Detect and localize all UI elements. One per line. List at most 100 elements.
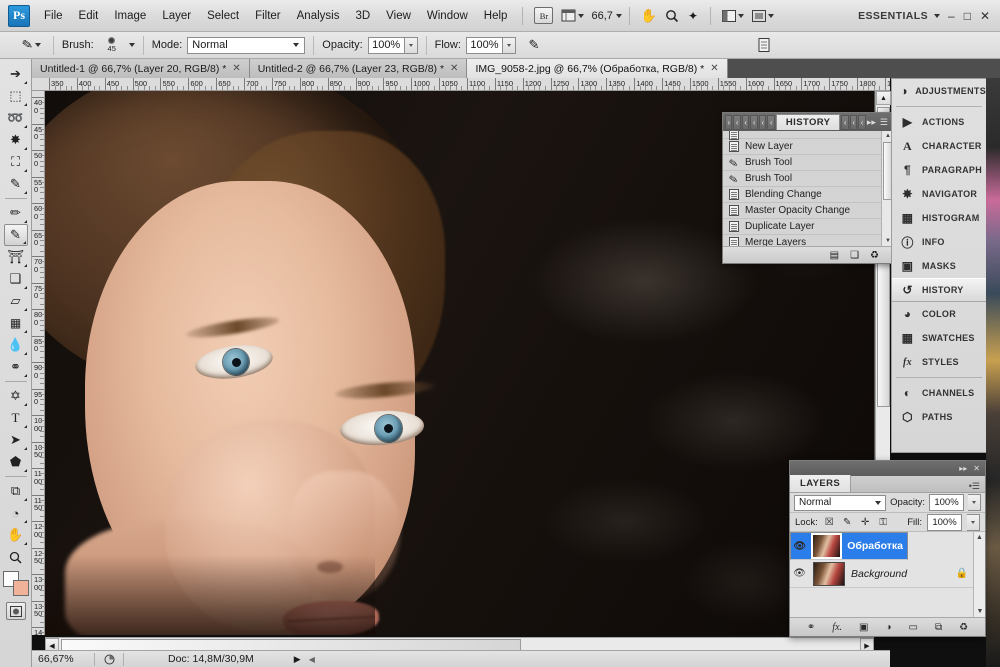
dock-item-masks[interactable]: ▣ MASKS bbox=[892, 254, 986, 278]
document-tab-untitled-2[interactable]: Untitled-2 @ 66,7% (Layer 23, RGB/8) * ✕ bbox=[250, 59, 468, 78]
tool-crop[interactable]: ⛶ bbox=[4, 151, 28, 173]
tool-type[interactable]: T bbox=[4, 407, 28, 429]
dock-item-color[interactable]: ◕ COLOR bbox=[892, 302, 986, 326]
history-state-partial[interactable] bbox=[723, 131, 893, 139]
minimize-button[interactable]: – bbox=[948, 9, 955, 23]
blend-mode-select[interactable]: Normal bbox=[187, 37, 305, 54]
view-extras-button[interactable] bbox=[557, 6, 588, 26]
layer-visibility-icon[interactable]: 👁 bbox=[793, 541, 806, 552]
background-color-swatch[interactable] bbox=[13, 580, 29, 596]
layers-list[interactable]: 👁 Обработка 👁 Background 🔒 ▲ ▼ bbox=[790, 532, 985, 617]
vertical-ruler[interactable]: 4004505005506006507007508008509009501000… bbox=[32, 91, 45, 635]
hand-tool-button[interactable]: ✋ bbox=[637, 6, 661, 26]
history-panel-tab[interactable]: HISTORY bbox=[776, 114, 841, 130]
add-layer-mask-button[interactable]: ▣ bbox=[859, 622, 868, 633]
tool-spot-healing[interactable]: ✏ bbox=[4, 202, 28, 224]
tool-lasso[interactable]: ➿ bbox=[4, 107, 28, 129]
zoom-chevron-down-icon[interactable] bbox=[616, 14, 622, 18]
status-expand-arrow[interactable]: ▶ bbox=[294, 654, 301, 665]
toggle-brush-panel-button[interactable] bbox=[753, 35, 775, 55]
history-state-blending-change[interactable]: Blending Change bbox=[723, 187, 893, 203]
dock-item-info[interactable]: ⓘ INFO bbox=[892, 230, 986, 254]
menu-image[interactable]: Image bbox=[106, 6, 154, 26]
dock-item-history[interactable]: ↺ HISTORY bbox=[892, 278, 986, 302]
workspace-switcher[interactable]: ESSENTIALS bbox=[858, 10, 940, 22]
launch-bridge-button[interactable]: Br bbox=[530, 6, 557, 26]
chevron-down-icon[interactable]: ▼ bbox=[974, 608, 985, 615]
menu-select[interactable]: Select bbox=[199, 6, 247, 26]
panel-menu-icon[interactable]: ☰ bbox=[880, 117, 888, 128]
opacity-stepper[interactable] bbox=[405, 37, 418, 54]
tool-gradient[interactable]: ▦ bbox=[4, 312, 28, 334]
history-panel[interactable]: › ‹ ‹ ‹ ‹ ‹ HISTORY ‹ ‹ ‹ ▸▸ ☰ New Layer bbox=[722, 112, 894, 264]
menu-view[interactable]: View bbox=[378, 6, 419, 26]
tool-move[interactable]: ➔ bbox=[4, 63, 28, 85]
opacity-input[interactable]: 100% bbox=[368, 37, 405, 54]
menu-file[interactable]: File bbox=[36, 6, 71, 26]
close-icon[interactable]: ✕ bbox=[232, 63, 240, 74]
history-state-merge-layers-1[interactable]: Merge Layers bbox=[723, 235, 893, 246]
mini-tab-4[interactable]: ‹ bbox=[750, 115, 757, 130]
tool-eraser[interactable]: ▱ bbox=[4, 290, 28, 312]
tool-3d-rotate[interactable]: ⧉ bbox=[4, 480, 28, 502]
layers-scrollbar[interactable]: ▲ ▼ bbox=[973, 532, 985, 617]
rotate-view-tool-button[interactable]: ✦ bbox=[683, 6, 703, 26]
tool-clone-stamp[interactable]: ⛩ bbox=[4, 246, 28, 268]
tool-custom-shape[interactable]: ⬟ bbox=[4, 451, 28, 473]
zoom-level-value[interactable]: 66,7 bbox=[588, 10, 615, 22]
menu-3d[interactable]: 3D bbox=[347, 6, 378, 26]
status-zoom-value[interactable]: 66,67% bbox=[32, 653, 90, 665]
layers-panel[interactable]: ▸▸ ✕ LAYERS •☰ Normal Opacity: 100% Lock… bbox=[789, 460, 986, 637]
status-collapse-arrow[interactable]: ◀ bbox=[309, 655, 315, 664]
tool-path-selection[interactable]: ➤ bbox=[4, 429, 28, 451]
menu-help[interactable]: Help bbox=[476, 6, 516, 26]
mini-tab-7[interactable]: ‹ bbox=[841, 115, 848, 130]
dock-item-character[interactable]: A CHARACTER bbox=[892, 134, 986, 158]
layer-style-button[interactable]: fx. bbox=[832, 622, 842, 633]
lock-position-button[interactable]: ✛ bbox=[859, 516, 872, 529]
history-state-brush-tool-1[interactable]: ✎ Brush Tool bbox=[723, 155, 893, 171]
lock-all-button[interactable]: ⚿ bbox=[877, 516, 890, 529]
tool-brush[interactable]: ✎ bbox=[4, 224, 28, 246]
fill-input[interactable]: 100% bbox=[927, 514, 962, 531]
chevron-up-icon[interactable]: ▲ bbox=[974, 532, 985, 541]
tool-hand[interactable]: ✋ bbox=[4, 524, 28, 546]
new-layer-button[interactable]: ⧉ bbox=[935, 622, 942, 633]
link-layers-button[interactable]: ⚭ bbox=[807, 622, 815, 633]
delete-layer-button[interactable]: ♻ bbox=[959, 622, 968, 633]
mini-tab-5[interactable]: ‹ bbox=[759, 115, 766, 130]
menu-analysis[interactable]: Analysis bbox=[289, 6, 348, 26]
color-swatches[interactable] bbox=[3, 571, 29, 596]
tool-eyedropper[interactable]: ✎ bbox=[4, 173, 28, 195]
dock-item-paragraph[interactable]: ¶ PARAGRAPH bbox=[892, 158, 986, 182]
mini-tab-1[interactable]: › bbox=[725, 115, 732, 130]
flow-stepper[interactable] bbox=[503, 37, 516, 54]
dock-item-actions[interactable]: ▶ ACTIONS bbox=[892, 110, 986, 134]
tool-zoom[interactable] bbox=[4, 546, 28, 568]
mini-tab-2[interactable]: ‹ bbox=[733, 115, 740, 130]
background-window-sliver[interactable] bbox=[986, 0, 1000, 667]
tool-preset-picker[interactable]: ✎ bbox=[18, 35, 45, 55]
layer-visibility-icon[interactable]: 👁 bbox=[792, 568, 807, 579]
brush-preset-picker[interactable]: 45 bbox=[99, 34, 125, 56]
tool-marquee[interactable]: ⬚ bbox=[4, 85, 28, 107]
tool-dodge[interactable]: ⚭ bbox=[4, 356, 28, 378]
close-button[interactable]: ✕ bbox=[980, 9, 990, 23]
zoom-tool-button[interactable] bbox=[661, 6, 683, 26]
close-panel-icon[interactable]: ✕ bbox=[973, 464, 980, 473]
mini-tab-9[interactable]: ‹ bbox=[858, 115, 865, 130]
layers-opacity-stepper[interactable] bbox=[968, 494, 981, 511]
new-fill-adjustment-layer-button[interactable]: ◑ bbox=[885, 622, 891, 633]
brush-chevron-down-icon[interactable] bbox=[129, 43, 135, 47]
horizontal-ruler[interactable]: 3504004505005506006507007508008509009501… bbox=[32, 78, 890, 91]
delete-state-button[interactable]: ♻ bbox=[870, 250, 879, 261]
arrange-documents-button[interactable] bbox=[718, 6, 748, 26]
status-preview-button[interactable] bbox=[99, 654, 119, 665]
dock-item-channels[interactable]: ◐ CHANNELS bbox=[892, 381, 986, 405]
fill-stepper[interactable] bbox=[967, 514, 980, 531]
panel-menu-icon[interactable]: •☰ bbox=[969, 481, 985, 492]
layers-opacity-input[interactable]: 100% bbox=[929, 494, 964, 511]
menu-window[interactable]: Window bbox=[419, 6, 476, 26]
create-new-snapshot-button[interactable]: ❑ bbox=[850, 250, 859, 261]
dock-item-swatches[interactable]: ▦ SWATCHES bbox=[892, 326, 986, 350]
